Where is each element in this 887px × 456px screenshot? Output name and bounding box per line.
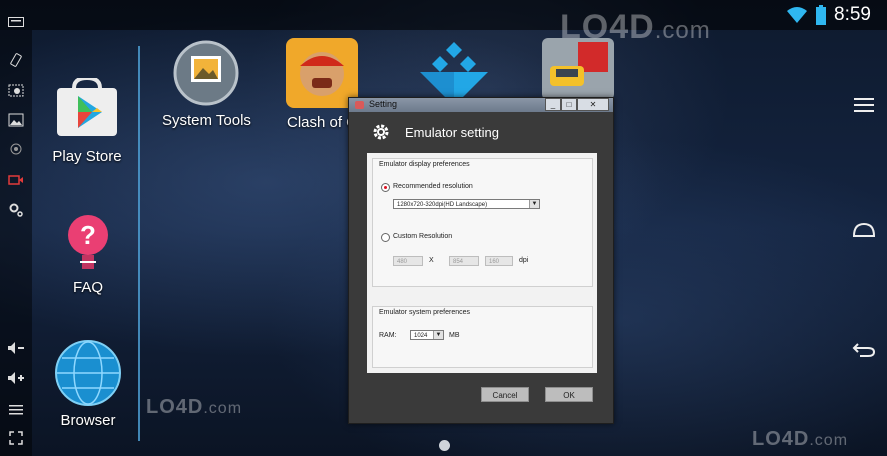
- fullscreen-icon[interactable]: [6, 428, 26, 448]
- dialog-heading: Emulator setting: [405, 125, 499, 140]
- ok-button[interactable]: OK: [545, 387, 593, 402]
- recommended-resolution-label: Recommended resolution: [393, 183, 473, 190]
- maximize-button[interactable]: □: [561, 98, 577, 111]
- app-faq[interactable]: ? FAQ: [64, 213, 112, 296]
- dialog-titlebar[interactable]: Setting _ □ ✕: [349, 98, 613, 112]
- app-play-store[interactable]: Play Store: [52, 78, 122, 165]
- car-game-icon: [542, 38, 614, 100]
- volume-down-icon[interactable]: [6, 338, 26, 358]
- watermark-top: LO4D.com: [560, 8, 711, 46]
- watermark-bottom-left: LO4D.com: [146, 396, 243, 418]
- dialog-window-title: Setting: [369, 99, 398, 109]
- custom-resolution-label: Custom Resolution: [393, 233, 453, 240]
- clock: 8:59: [834, 4, 871, 25]
- ram-unit: MB: [449, 332, 460, 339]
- app-logo-icon: [355, 101, 364, 109]
- record-video-icon[interactable]: [6, 170, 26, 190]
- app-label: Play Store: [52, 148, 122, 165]
- app-system-tools[interactable]: System Tools: [162, 40, 251, 129]
- dialog-header: Emulator setting: [349, 112, 613, 152]
- volume-up-icon[interactable]: [6, 368, 26, 388]
- gear-icon: [373, 124, 389, 140]
- ram-label: RAM:: [379, 332, 397, 339]
- wifi-icon: [787, 7, 808, 23]
- globe-icon: [55, 340, 121, 406]
- rotate-icon[interactable]: [6, 50, 26, 70]
- help-question-icon: ?: [68, 215, 108, 269]
- gallery-icon[interactable]: [6, 110, 26, 130]
- chevron-down-icon: ▼: [529, 200, 539, 208]
- height-stepper[interactable]: 854: [449, 256, 479, 266]
- back-icon[interactable]: [849, 335, 879, 365]
- app-label: Clash of C: [286, 114, 358, 131]
- width-stepper[interactable]: 480: [393, 256, 423, 266]
- gps-off-icon[interactable]: [6, 140, 26, 160]
- settings-dialog: Setting _ □ ✕ Emulator setting Emulator …: [348, 97, 614, 424]
- dpi-label: dpi: [519, 257, 529, 264]
- menu-icon[interactable]: [6, 400, 26, 420]
- app-label: FAQ: [72, 279, 103, 296]
- home-icon[interactable]: [849, 215, 879, 245]
- emulator-toolbar: [0, 17, 32, 456]
- dpi-input[interactable]: 160: [485, 256, 513, 266]
- cancel-button[interactable]: Cancel: [481, 387, 529, 402]
- app-label: Browser: [60, 412, 116, 429]
- system-tools-icon: [173, 40, 239, 106]
- keyboard-icon[interactable]: [6, 12, 26, 32]
- app-browser[interactable]: Browser: [54, 340, 122, 429]
- chevron-down-icon: ▼: [433, 331, 443, 339]
- dock-divider: [138, 46, 140, 441]
- group-title: Emulator system preferences: [379, 309, 471, 316]
- app-car-game[interactable]: [542, 38, 614, 100]
- battery-icon: [816, 5, 827, 25]
- system-preferences-group: Emulator system preferences RAM: 1024 ▼ …: [372, 306, 593, 368]
- watermark-bottom-right: LO4D.com: [752, 428, 849, 450]
- svg-text:?: ?: [80, 220, 96, 250]
- settings-panel: Emulator display preferences Recommended…: [367, 153, 597, 373]
- group-title: Emulator display preferences: [379, 161, 470, 168]
- recommended-resolution-radio[interactable]: [381, 183, 390, 192]
- settings-gear-icon[interactable]: [6, 200, 26, 220]
- app-label: System Tools: [162, 112, 251, 129]
- status-bar: 8:59: [0, 0, 887, 30]
- ram-select[interactable]: 1024 ▼: [410, 330, 444, 340]
- screenshot-icon[interactable]: [6, 80, 26, 100]
- recent-apps-icon[interactable]: [849, 90, 879, 120]
- resolution-select[interactable]: 1280x720-320dpi(HD Landscape) ▼: [393, 199, 540, 209]
- android-nav-bar: [841, 30, 887, 456]
- x-separator: X: [429, 257, 434, 264]
- display-preferences-group: Emulator display preferences Recommended…: [372, 158, 593, 287]
- page-indicator: [439, 440, 450, 451]
- minimize-button[interactable]: _: [545, 98, 561, 111]
- close-button[interactable]: ✕: [577, 98, 609, 111]
- play-store-icon: [57, 78, 117, 136]
- custom-resolution-radio[interactable]: [381, 233, 390, 242]
